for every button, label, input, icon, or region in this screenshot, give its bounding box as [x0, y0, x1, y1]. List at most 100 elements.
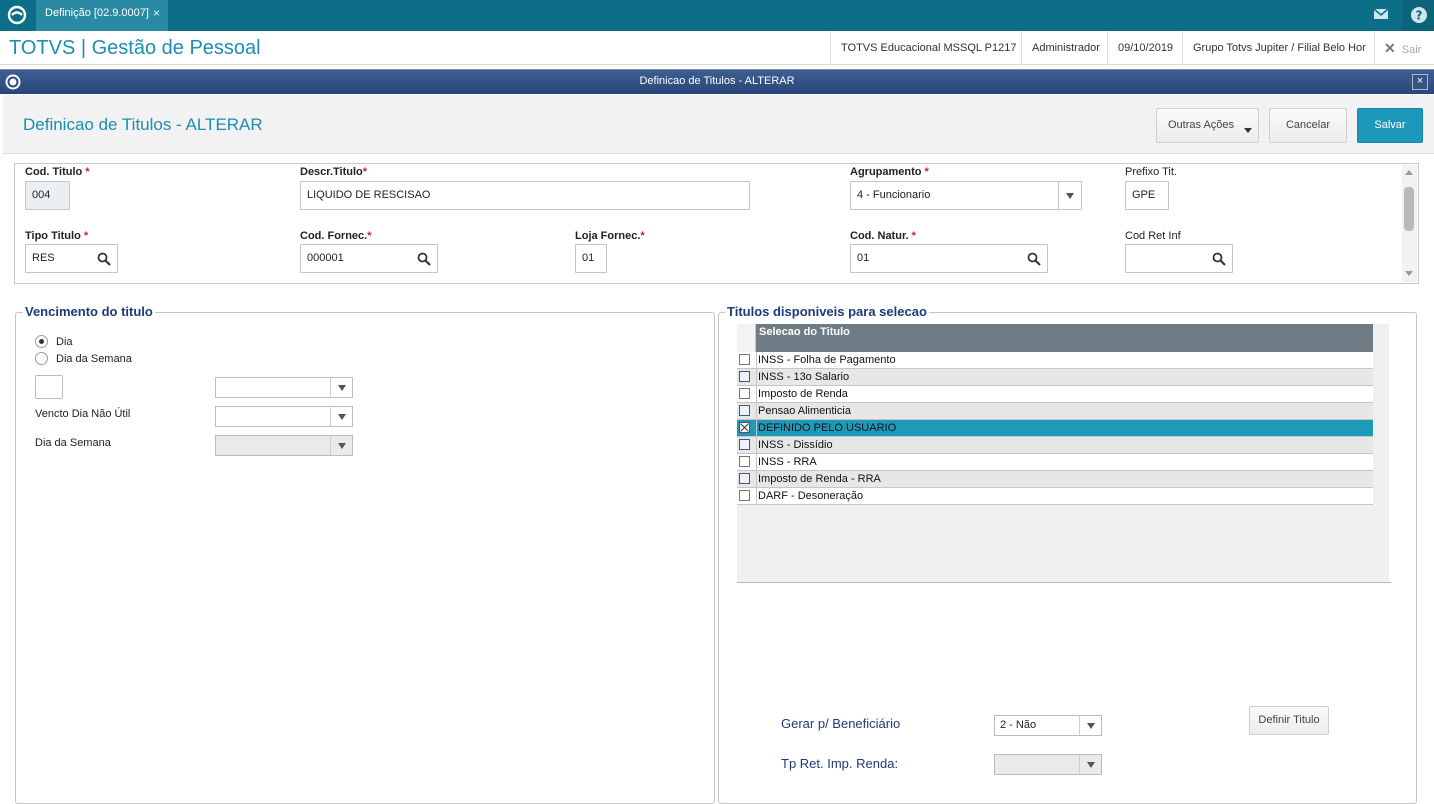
- tp-ret-imp-renda-select: [994, 754, 1102, 775]
- gerar-beneficiario-label: Gerar p/ Beneficiário: [781, 716, 901, 731]
- table-row[interactable]: Imposto de Renda - RRA: [737, 471, 1373, 488]
- cod-natur-label: Cod. Natur. *: [850, 230, 916, 242]
- table-row-selected[interactable]: DEFINIDO PELO USUARIO: [737, 420, 1373, 437]
- loja-fornec-field[interactable]: 01: [575, 244, 607, 273]
- more-actions-button[interactable]: Outras Ações: [1156, 108, 1259, 143]
- table-row[interactable]: INSS - Dissídio: [737, 437, 1373, 454]
- app-header: TOTVS | Gestão de Pessoal TOTVS Educacio…: [0, 31, 1434, 65]
- tipo-titulo-label: Tipo Titulo *: [25, 230, 89, 242]
- row-checkbox[interactable]: [739, 388, 750, 399]
- cod-titulo-field[interactable]: 004: [25, 181, 70, 210]
- tab-label: Definição [02.9.0007]: [45, 7, 149, 19]
- help-icon[interactable]: ?: [1402, 0, 1434, 31]
- chevron-down-icon[interactable]: [330, 378, 352, 397]
- row-checkbox[interactable]: [739, 405, 750, 416]
- grid-select-column: [737, 324, 756, 352]
- save-button[interactable]: Salvar: [1357, 108, 1423, 143]
- row-checkbox[interactable]: [739, 371, 750, 382]
- cod-ret-inf-field[interactable]: [1125, 244, 1233, 273]
- agrupamento-select[interactable]: 4 - Funcionario: [850, 181, 1082, 210]
- dialog-title-bar: Definicao de Titulos - ALTERAR ×: [0, 69, 1434, 94]
- mail-icon[interactable]: [1364, 0, 1398, 31]
- radio-dia[interactable]: [35, 335, 48, 348]
- chevron-down-icon[interactable]: [1079, 716, 1101, 735]
- page-header: Definicao de Titulos - ALTERAR Outras Aç…: [3, 95, 1434, 154]
- close-icon: ✕: [1384, 40, 1396, 56]
- definir-titulo-button[interactable]: Definir Titulo: [1249, 706, 1329, 735]
- cod-natur-value: 01: [857, 252, 870, 264]
- table-row[interactable]: DARF - Desoneração: [737, 488, 1373, 505]
- cod-fornec-field[interactable]: 000001: [300, 244, 438, 273]
- cod-titulo-label: Cod. Titulo *: [25, 166, 90, 178]
- scroll-down-icon[interactable]: [1405, 271, 1413, 276]
- radio-dia-semana-label: Dia da Semana: [56, 353, 132, 365]
- grid-header: Selecao do Titulo: [737, 324, 1373, 352]
- gerar-beneficiario-value: 2 - Não: [1000, 719, 1037, 731]
- table-row[interactable]: INSS - RRA: [737, 454, 1373, 471]
- radio-dia-semana[interactable]: [35, 352, 48, 365]
- more-actions-label: Outras Ações: [1168, 119, 1235, 131]
- totvs-logo-icon[interactable]: [6, 4, 28, 26]
- grid-column-header[interactable]: Selecao do Titulo: [759, 326, 850, 338]
- row-label: DEFINIDO PELO USUARIO: [758, 422, 897, 434]
- scrollbar-thumb[interactable]: [1404, 187, 1414, 231]
- row-label: INSS - Folha de Pagamento: [758, 354, 896, 366]
- cod-natur-field[interactable]: 01: [850, 244, 1048, 273]
- vencto-dia-nao-util-select[interactable]: [215, 406, 353, 427]
- agrupamento-value: 4 - Funcionario: [857, 189, 931, 201]
- row-checkbox-checked[interactable]: [739, 422, 750, 433]
- row-label: INSS - Dissídio: [758, 439, 833, 451]
- top-bar: Definição [02.9.0007] × ?: [0, 0, 1434, 31]
- chevron-down-icon: [1244, 128, 1252, 133]
- row-label: Pensao Alimenticia: [758, 405, 851, 417]
- search-icon[interactable]: [1027, 252, 1041, 266]
- dia-select[interactable]: [215, 377, 353, 398]
- app-brand: TOTVS | Gestão de Pessoal: [9, 37, 261, 59]
- cod-fornec-label: Cod. Fornec.*: [300, 230, 372, 242]
- tab-close-icon[interactable]: ×: [153, 0, 160, 27]
- search-icon[interactable]: [417, 252, 431, 266]
- table-row[interactable]: Pensao Alimenticia: [737, 403, 1373, 420]
- cod-ret-inf-label: Cod Ret Inf: [1125, 230, 1181, 242]
- dia-input[interactable]: [35, 375, 63, 399]
- dialog-title: Definicao de Titulos - ALTERAR: [639, 75, 795, 87]
- row-checkbox[interactable]: [739, 354, 750, 365]
- search-icon[interactable]: [97, 252, 111, 266]
- dia-da-semana-label: Dia da Semana: [35, 437, 111, 449]
- loja-fornec-label: Loja Fornec.*: [575, 230, 645, 242]
- tp-ret-imp-renda-label: Tp Ret. Imp. Renda:: [781, 756, 899, 771]
- vencimento-title: Vencimento do titulo: [23, 304, 155, 319]
- row-label: INSS - RRA: [758, 456, 817, 468]
- scroll-up-icon[interactable]: [1405, 170, 1413, 175]
- row-label: DARF - Desoneração: [758, 490, 864, 502]
- table-row[interactable]: Imposto de Renda: [737, 386, 1373, 403]
- chevron-down-icon[interactable]: [1058, 182, 1081, 209]
- logout-button[interactable]: ✕ Sair: [1374, 31, 1434, 65]
- descr-titulo-field[interactable]: LIQUIDO DE RESCISAO: [300, 181, 750, 210]
- row-checkbox[interactable]: [739, 490, 750, 501]
- header-database: TOTVS Educacional MSSQL P1217: [830, 31, 1026, 65]
- gerar-beneficiario-select[interactable]: 2 - Não: [994, 715, 1102, 736]
- table-row[interactable]: INSS - Folha de Pagamento: [737, 352, 1373, 369]
- cancel-button[interactable]: Cancelar: [1269, 108, 1347, 143]
- table-row[interactable]: INSS - 13o Salario: [737, 369, 1373, 386]
- row-checkbox[interactable]: [739, 473, 750, 484]
- radio-dia-label: Dia: [56, 336, 73, 348]
- page-title: Definicao de Titulos - ALTERAR: [23, 115, 263, 134]
- form-scrollbar[interactable]: [1402, 165, 1417, 282]
- chevron-down-icon[interactable]: [330, 407, 352, 426]
- tab-definicao[interactable]: Definição [02.9.0007] ×: [36, 0, 168, 31]
- header-branch[interactable]: Grupo Totvs Jupiter / Filial Belo Hor: [1182, 31, 1376, 65]
- row-checkbox[interactable]: [739, 456, 750, 467]
- vencimento-group: [15, 312, 715, 804]
- header-user[interactable]: Administrador: [1021, 31, 1110, 65]
- dialog-close-icon[interactable]: ×: [1412, 74, 1428, 90]
- tipo-titulo-field[interactable]: RES: [25, 244, 118, 273]
- descr-titulo-label: Descr.Titulo*: [300, 166, 368, 178]
- row-checkbox[interactable]: [739, 439, 750, 450]
- chevron-down-icon: [1079, 755, 1101, 774]
- row-label: Imposto de Renda - RRA: [758, 473, 881, 485]
- prefixo-field[interactable]: GPE: [1125, 181, 1169, 210]
- search-icon[interactable]: [1212, 252, 1226, 266]
- dia-da-semana-select: [215, 435, 353, 456]
